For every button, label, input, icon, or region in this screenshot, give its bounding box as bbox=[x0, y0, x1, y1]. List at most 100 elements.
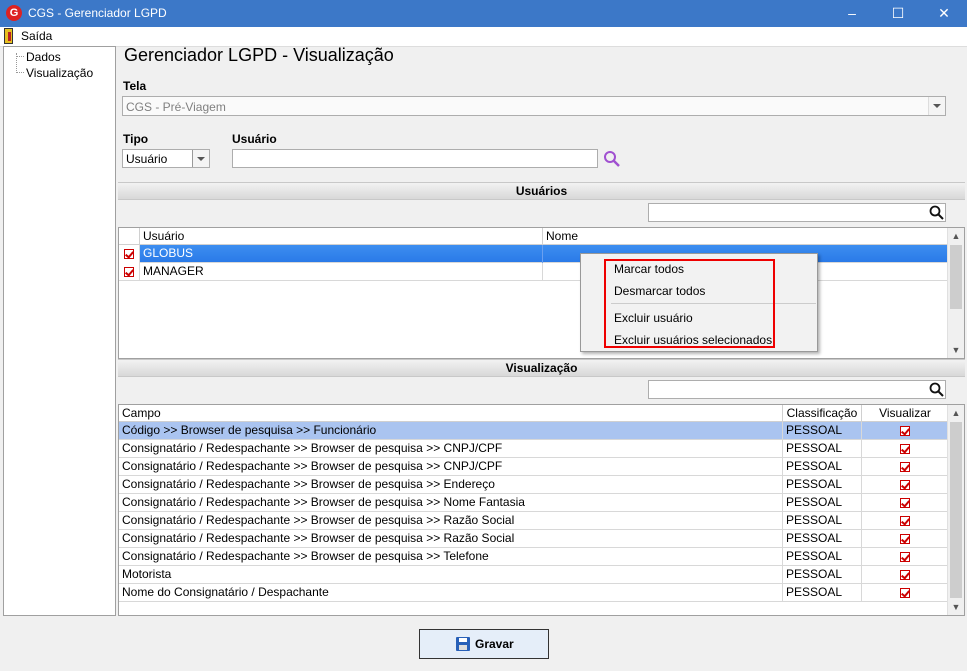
exit-door-icon[interactable] bbox=[4, 28, 13, 44]
checkbox-checked[interactable] bbox=[900, 426, 910, 436]
cell-campo: Consignatário / Redespachante >> Browser… bbox=[119, 476, 783, 494]
checkbox-checked[interactable] bbox=[900, 462, 910, 472]
checkbox-checked[interactable] bbox=[900, 444, 910, 454]
view-grid: Campo Classificação Visualizar Código >>… bbox=[118, 404, 965, 616]
checkbox-checked[interactable] bbox=[900, 570, 910, 580]
view-filter-input[interactable] bbox=[648, 380, 946, 399]
cell-campo: Consignatário / Redespachante >> Browser… bbox=[119, 512, 783, 530]
minimize-button[interactable]: – bbox=[829, 0, 875, 27]
cell-visualizar[interactable] bbox=[862, 512, 949, 530]
navigation-tree: Dados Visualização bbox=[3, 46, 116, 616]
cell-classificacao: PESSOAL bbox=[783, 548, 862, 566]
app-icon: G bbox=[6, 5, 22, 21]
cell-visualizar[interactable] bbox=[862, 548, 949, 566]
cell-visualizar[interactable] bbox=[862, 584, 949, 602]
cell-visualizar[interactable] bbox=[862, 476, 949, 494]
checkbox-checked[interactable] bbox=[900, 480, 910, 490]
checkbox-checked[interactable] bbox=[900, 534, 910, 544]
tipo-select[interactable]: Usuário bbox=[122, 149, 210, 168]
view-grid-header-classificacao[interactable]: Classificação bbox=[783, 405, 862, 422]
tipo-label: Tipo bbox=[123, 132, 149, 146]
menu-exit[interactable]: Saída bbox=[21, 29, 52, 43]
table-row[interactable]: Consignatário / Redespachante >> Browser… bbox=[119, 494, 949, 512]
checkbox-checked[interactable] bbox=[124, 249, 134, 259]
table-row[interactable]: GLOBUS bbox=[119, 245, 949, 263]
title-bar[interactable]: G CGS - Gerenciador LGPD – ☐ ✕ bbox=[0, 0, 967, 27]
table-row[interactable]: Consignatário / Redespachante >> Browser… bbox=[119, 458, 949, 476]
window-title: CGS - Gerenciador LGPD bbox=[28, 6, 167, 20]
save-button-label: Gravar bbox=[475, 637, 514, 651]
maximize-button[interactable]: ☐ bbox=[875, 0, 921, 27]
table-row[interactable]: Consignatário / Redespachante >> Browser… bbox=[119, 476, 949, 494]
cell-classificacao: PESSOAL bbox=[783, 566, 862, 584]
close-button[interactable]: ✕ bbox=[921, 0, 967, 27]
users-grid-scrollbar[interactable]: ▲ ▼ bbox=[947, 228, 964, 358]
cell-visualizar[interactable] bbox=[862, 566, 949, 584]
checkbox-checked[interactable] bbox=[124, 267, 134, 277]
row-check-cell[interactable] bbox=[119, 245, 140, 263]
cell-visualizar[interactable] bbox=[862, 440, 949, 458]
cell-campo: Consignatário / Redespachante >> Browser… bbox=[119, 530, 783, 548]
cell-classificacao: PESSOAL bbox=[783, 422, 862, 440]
users-grid-header-nome[interactable]: Nome bbox=[543, 228, 949, 245]
table-row[interactable]: Consignatário / Redespachante >> Browser… bbox=[119, 512, 949, 530]
search-icon[interactable] bbox=[603, 150, 621, 168]
tree-connector bbox=[16, 56, 24, 57]
cell-campo: Nome do Consignatário / Despachante bbox=[119, 584, 783, 602]
chevron-down-icon[interactable] bbox=[928, 97, 945, 115]
cell-visualizar[interactable] bbox=[862, 422, 949, 440]
checkbox-checked[interactable] bbox=[900, 498, 910, 508]
users-grid-header-usuario[interactable]: Usuário bbox=[140, 228, 543, 245]
table-row[interactable]: Código >> Browser de pesquisa >> Funcion… bbox=[119, 422, 949, 440]
tela-select-value: CGS - Pré-Viagem bbox=[126, 100, 226, 114]
tela-select[interactable]: CGS - Pré-Viagem bbox=[122, 96, 946, 116]
checkbox-checked[interactable] bbox=[900, 552, 910, 562]
table-row[interactable]: MANAGER bbox=[119, 263, 949, 281]
cell-visualizar[interactable] bbox=[862, 494, 949, 512]
cell-classificacao: PESSOAL bbox=[783, 440, 862, 458]
cell-classificacao: PESSOAL bbox=[783, 530, 862, 548]
usuario-input[interactable] bbox=[232, 149, 598, 168]
scroll-down-icon[interactable]: ▼ bbox=[948, 342, 964, 358]
table-row[interactable]: Consignatário / Redespachante >> Browser… bbox=[119, 440, 949, 458]
users-grid-check-header bbox=[119, 228, 140, 245]
tree-item-dados[interactable]: Dados bbox=[26, 50, 61, 64]
save-button[interactable]: Gravar bbox=[419, 629, 549, 659]
cell-campo: Consignatário / Redespachante >> Browser… bbox=[119, 548, 783, 566]
usuario-label: Usuário bbox=[232, 132, 277, 146]
tipo-select-value: Usuário bbox=[126, 152, 168, 166]
cell-visualizar[interactable] bbox=[862, 530, 949, 548]
table-row[interactable]: Consignatário / Redespachante >> Browser… bbox=[119, 548, 949, 566]
menu-bar: Saída bbox=[0, 27, 967, 47]
checkbox-checked[interactable] bbox=[900, 588, 910, 598]
view-grid-scrollbar[interactable]: ▲ ▼ bbox=[947, 405, 964, 615]
cell-classificacao: PESSOAL bbox=[783, 476, 862, 494]
annotation-highlight-box bbox=[604, 259, 775, 348]
row-check-cell[interactable] bbox=[119, 263, 140, 281]
cell-campo: Código >> Browser de pesquisa >> Funcion… bbox=[119, 422, 783, 440]
cell-campo: Consignatário / Redespachante >> Browser… bbox=[119, 458, 783, 476]
table-row[interactable]: Nome do Consignatário / Despachante PESSO… bbox=[119, 584, 949, 602]
view-grid-header-visualizar[interactable]: Visualizar bbox=[862, 405, 949, 422]
scroll-thumb[interactable] bbox=[950, 422, 962, 598]
chevron-down-icon[interactable] bbox=[192, 150, 209, 167]
view-grid-header-campo[interactable]: Campo bbox=[119, 405, 783, 422]
cell-visualizar[interactable] bbox=[862, 458, 949, 476]
tree-item-visualizacao[interactable]: Visualização bbox=[26, 66, 93, 80]
cell-classificacao: PESSOAL bbox=[783, 512, 862, 530]
scroll-down-icon[interactable]: ▼ bbox=[948, 599, 964, 615]
cell-campo: Consignatário / Redespachante >> Browser… bbox=[119, 494, 783, 512]
table-row[interactable]: Consignatário / Redespachante >> Browser… bbox=[119, 530, 949, 548]
table-row[interactable]: Motorista PESSOAL bbox=[119, 566, 949, 584]
users-filter-input[interactable] bbox=[648, 203, 946, 222]
cell-campo: Motorista bbox=[119, 566, 783, 584]
search-icon[interactable] bbox=[929, 205, 944, 220]
search-icon[interactable] bbox=[929, 382, 944, 397]
view-section-header: Visualização bbox=[118, 359, 965, 377]
scroll-up-icon[interactable]: ▲ bbox=[948, 405, 964, 421]
checkbox-checked[interactable] bbox=[900, 516, 910, 526]
cell-campo: Consignatário / Redespachante >> Browser… bbox=[119, 440, 783, 458]
scroll-up-icon[interactable]: ▲ bbox=[948, 228, 964, 244]
tree-connector bbox=[16, 72, 24, 73]
scroll-thumb[interactable] bbox=[950, 245, 962, 309]
